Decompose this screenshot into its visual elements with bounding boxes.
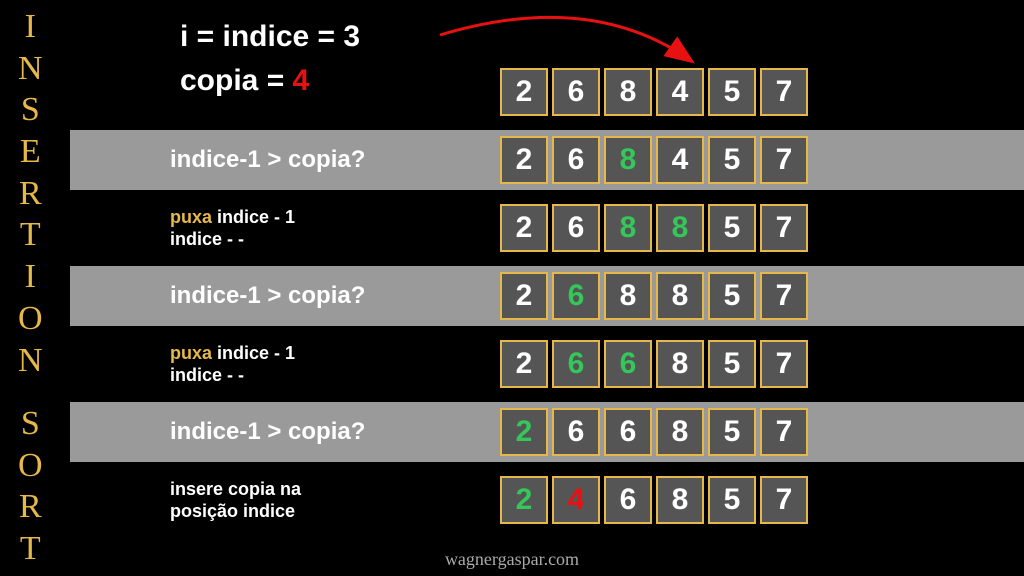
array-cell: 2	[500, 272, 548, 320]
title-letter: S	[21, 93, 40, 127]
array-cell: 6	[552, 204, 600, 252]
array-cell: 7	[760, 68, 808, 116]
title-letter: I	[25, 260, 36, 294]
array-cell: 6	[552, 408, 600, 456]
array-cell: 2	[500, 68, 548, 116]
array-row: 266857	[500, 408, 808, 456]
step-label: indice-1 > copia?	[170, 418, 365, 446]
array-cell: 8	[656, 408, 704, 456]
title-letter: R	[19, 177, 42, 211]
array-cell: 8	[656, 204, 704, 252]
title-letter: O	[18, 449, 43, 483]
step-row: insere copia naposição indice 246857	[70, 470, 1024, 530]
array-cell: 4	[656, 136, 704, 184]
array-cell: 2	[500, 204, 548, 252]
array-cell: 6	[552, 340, 600, 388]
title-letter	[29, 385, 33, 399]
array-cell: 2	[500, 408, 548, 456]
header-block: i = indice = 3 copia = 4	[180, 20, 360, 98]
array-row: 268457	[500, 136, 808, 184]
array-cell: 6	[604, 408, 652, 456]
title-letter: E	[20, 135, 41, 169]
header-copia-prefix: copia =	[180, 64, 293, 97]
array-row: 268857	[500, 204, 808, 252]
array-row: 246857	[500, 476, 808, 524]
step-row: indice-1 > copia?266857	[70, 402, 1024, 462]
title-letter: S	[21, 407, 40, 441]
header-copia-value: 4	[293, 64, 310, 97]
step-row: puxa indice - 1indice - -266857	[70, 334, 1024, 394]
array-cell: 5	[708, 272, 756, 320]
array-cell: 8	[604, 204, 652, 252]
array-cell: 5	[708, 68, 756, 116]
step-row: indice-1 > copia? 268457	[70, 130, 1024, 190]
array-cell: 7	[760, 272, 808, 320]
array-cell: 7	[760, 408, 808, 456]
array-cell: 6	[552, 68, 600, 116]
footer-credit: wagnergaspar.com	[0, 549, 1024, 570]
array-cell: 5	[708, 408, 756, 456]
array-cell: 2	[500, 136, 548, 184]
diagram-content: i = indice = 3 copia = 4 268457 indice-1…	[70, 0, 1024, 576]
array-cell: 6	[552, 136, 600, 184]
array-row: 266857	[500, 340, 808, 388]
array-header: 268457	[500, 68, 808, 116]
array-cell: 5	[708, 476, 756, 524]
title-letter: N	[18, 52, 43, 86]
title-letter: T	[20, 218, 41, 252]
array-cell: 2	[500, 476, 548, 524]
array-cell: 5	[708, 204, 756, 252]
title-letter: I	[25, 10, 36, 44]
array-cell: 7	[760, 340, 808, 388]
array-cell: 6	[552, 272, 600, 320]
step-label: indice-1 > copia?	[170, 146, 365, 174]
array-cell: 8	[604, 68, 652, 116]
title-letter: O	[18, 302, 43, 336]
array-cell: 7	[760, 204, 808, 252]
array-cell: 7	[760, 136, 808, 184]
array-cell: 8	[656, 340, 704, 388]
array-cell: 7	[760, 476, 808, 524]
array-cell: 6	[604, 476, 652, 524]
array-cell: 8	[656, 476, 704, 524]
step-label: insere copia naposição indice	[170, 478, 301, 523]
array-row: 268857	[500, 272, 808, 320]
vertical-title: INSERTION SORT	[18, 10, 43, 566]
header-line1: i = indice = 3	[180, 20, 360, 54]
step-label: indice-1 > copia?	[170, 282, 365, 310]
array-cell: 8	[604, 136, 652, 184]
header-line2: copia = 4	[180, 64, 360, 98]
step-label: puxa indice - 1indice - -	[170, 206, 295, 251]
array-cell: 4	[552, 476, 600, 524]
array-cell: 2	[500, 340, 548, 388]
array-cell: 6	[604, 340, 652, 388]
step-row: indice-1 > copia?268857	[70, 266, 1024, 326]
array-cell: 8	[656, 272, 704, 320]
array-cell: 8	[604, 272, 652, 320]
title-letter: N	[18, 344, 43, 378]
array-cell: 4	[656, 68, 704, 116]
array-cell: 5	[708, 340, 756, 388]
title-letter: R	[19, 490, 42, 524]
step-label: puxa indice - 1indice - -	[170, 342, 295, 387]
array-cell: 5	[708, 136, 756, 184]
step-row: puxa indice - 1indice - -268857	[70, 198, 1024, 258]
